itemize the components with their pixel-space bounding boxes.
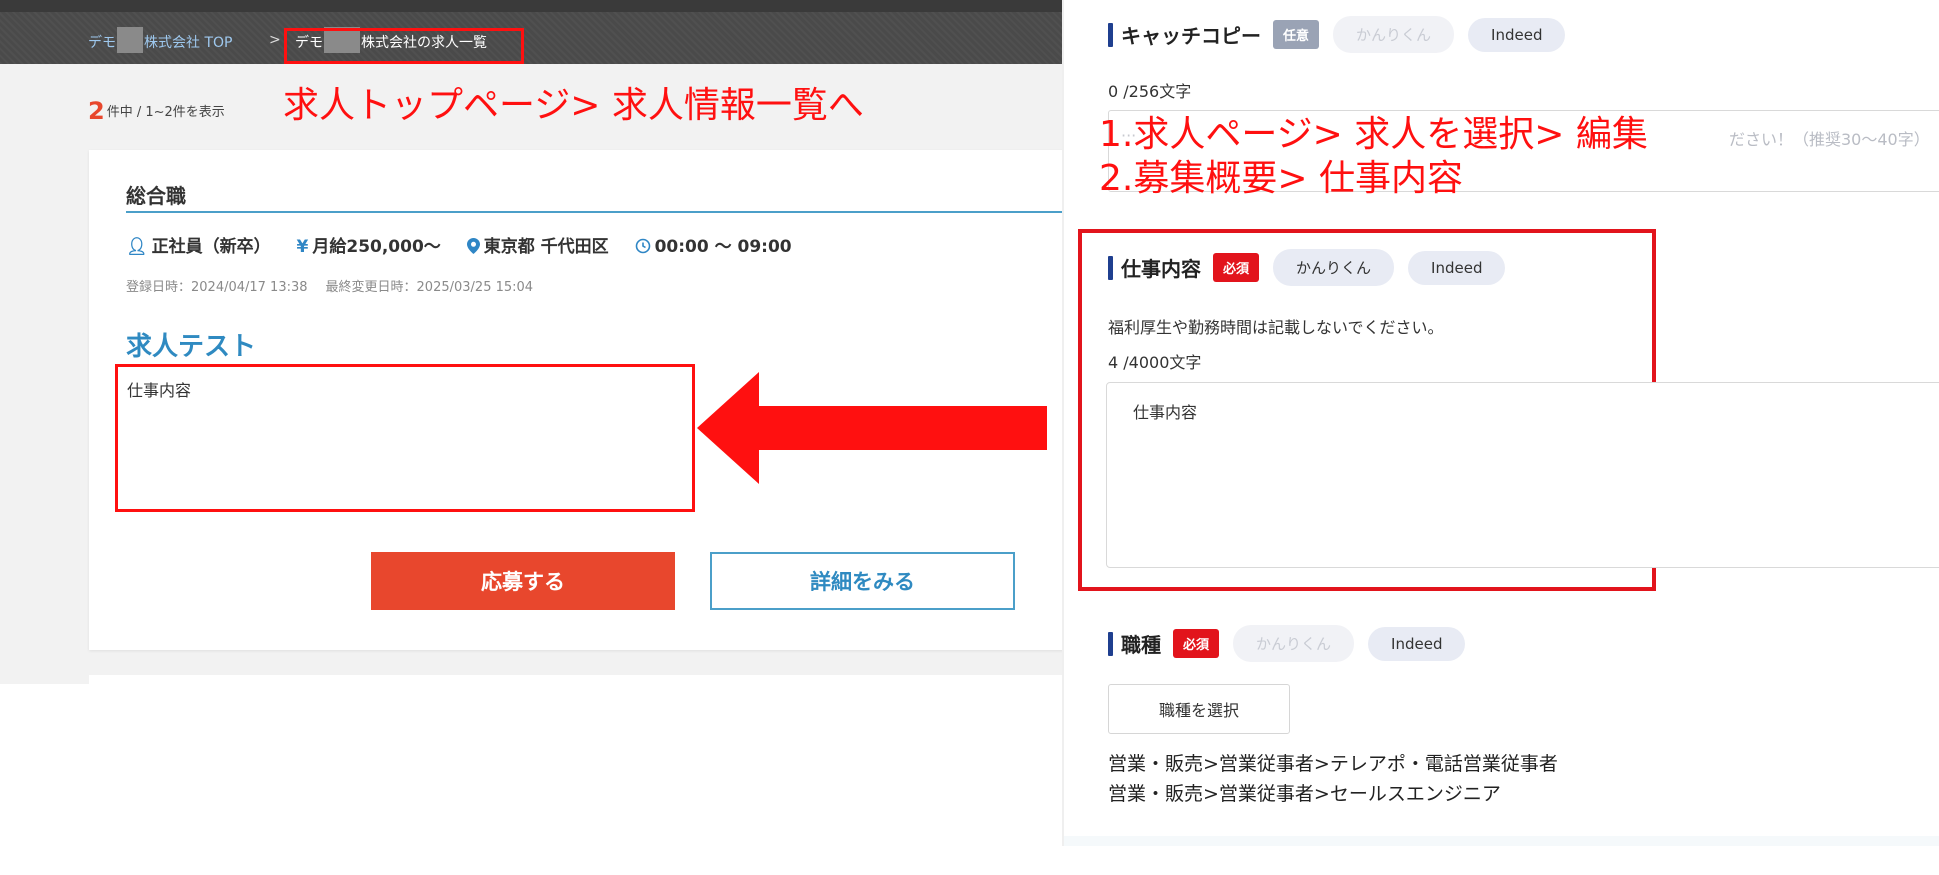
kanrikun-pill: かんりくん (1333, 16, 1455, 53)
job-edit-form: キャッチコピー 任意 かんりくん Indeed 0 /256文字 ··· ださい… (1062, 0, 1939, 846)
left-arrow (697, 372, 1047, 484)
registered-date: 登録日時：2024/04/17 13:38 (126, 280, 308, 295)
job-tags: 👤︎ 正社員（新卒） ¥ 月給250,000〜 東京都 千代田区 00:00 ～ 0… (126, 232, 812, 257)
result-count-number: 2 (88, 97, 105, 125)
section-bar (1108, 22, 1113, 47)
highlight-box-breadcrumb (284, 28, 524, 64)
breadcrumb: デモ 株式会社 TOP > デモ 株式会社の求人一覧 (0, 0, 1062, 64)
job-content-hint: 福利厚生や勤務時間は記載しないでください。 (1108, 318, 1444, 337)
job-card-next (89, 675, 1062, 684)
select-job-type-button[interactable]: 職種を選択 (1108, 684, 1290, 734)
indeed-pill: Indeed (1468, 17, 1566, 52)
job-type-value: 営業・販売>営業従事者>セールスエンジニア (1108, 783, 1501, 805)
map-pin-icon (466, 238, 480, 254)
breadcrumb-separator: > (269, 32, 281, 48)
annotation-left-note: 求人トップページ> 求人情報一覧へ (283, 85, 864, 126)
clock-icon (635, 238, 650, 254)
job-list-panel: デモ 株式会社 TOP > デモ 株式会社の求人一覧 2 件中 / 1~2件を表示 求… (0, 0, 1062, 684)
job-type-values: 営業・販売>営業従事者>テレアポ・電話営業従事者 営業・販売>営業従事者>セール… (1108, 749, 1558, 809)
required-badge: 必須 (1213, 253, 1260, 282)
catchcopy-counter: 0 /256文字 (1108, 82, 1192, 101)
apply-button[interactable]: 応募する (371, 552, 675, 610)
job-dates: 登録日時：2024/04/17 13:38 最終変更日時：2025/03/25 1… (126, 276, 533, 295)
job-content-section-title: 仕事内容 必須 かんりくん Indeed (1108, 249, 1506, 286)
person-icon: 👤︎ (126, 237, 148, 257)
job-content-textarea[interactable]: 仕事内容 (1106, 382, 1939, 568)
job-card-header: 総合職 (126, 180, 1062, 213)
section-bar (1108, 631, 1113, 656)
section-bar (1108, 255, 1113, 280)
annotation-right-note-1: 1.求人ページ> 求人を選択> 編集 (1099, 114, 1648, 155)
result-count-text: 件中 / 1~2件を表示 (106, 105, 225, 120)
redacted-name (117, 27, 143, 53)
job-title[interactable]: 求人テスト (126, 326, 256, 363)
indeed-pill: Indeed (1368, 626, 1466, 661)
job-description: 仕事内容 (127, 381, 192, 400)
job-category: 総合職 (126, 184, 186, 208)
breadcrumb-top-link[interactable]: デモ 株式会社 TOP (88, 27, 232, 53)
annotation-right-note-2: 2.募集概要> 仕事内容 (1099, 158, 1463, 199)
kanrikun-pill: かんりくん (1273, 249, 1395, 286)
job-description-highlight: 仕事内容 (115, 364, 695, 512)
form-footer-strip (1064, 836, 1939, 846)
result-count: 2 件中 / 1~2件を表示 (88, 97, 225, 125)
catchcopy-section-title: キャッチコピー 任意 かんりくん Indeed (1108, 16, 1566, 53)
detail-button[interactable]: 詳細をみる (710, 552, 1015, 610)
optional-badge: 任意 (1273, 20, 1320, 49)
indeed-pill: Indeed (1408, 250, 1506, 285)
tag-hours: 00:00 ～ 09:00 (635, 237, 792, 257)
job-type-section-title: 職種 必須 かんりくん Indeed (1108, 625, 1466, 662)
tag-employment: 👤︎ 正社員（新卒） (126, 237, 271, 257)
job-type-value: 営業・販売>営業従事者>テレアポ・電話営業従事者 (1108, 753, 1558, 775)
required-badge: 必須 (1173, 629, 1220, 658)
kanrikun-pill: かんりくん (1233, 625, 1355, 662)
yen-icon: ¥ (296, 237, 309, 257)
catchcopy-placeholder: ださい！（推奨30〜40字） (1729, 130, 1930, 149)
modified-date: 最終変更日時：2025/03/25 15:04 (325, 280, 534, 295)
job-content-counter: 4 /4000文字 (1108, 353, 1202, 372)
tag-salary: ¥ 月給250,000〜 (296, 237, 441, 257)
tag-location: 東京都 千代田区 (466, 237, 609, 257)
